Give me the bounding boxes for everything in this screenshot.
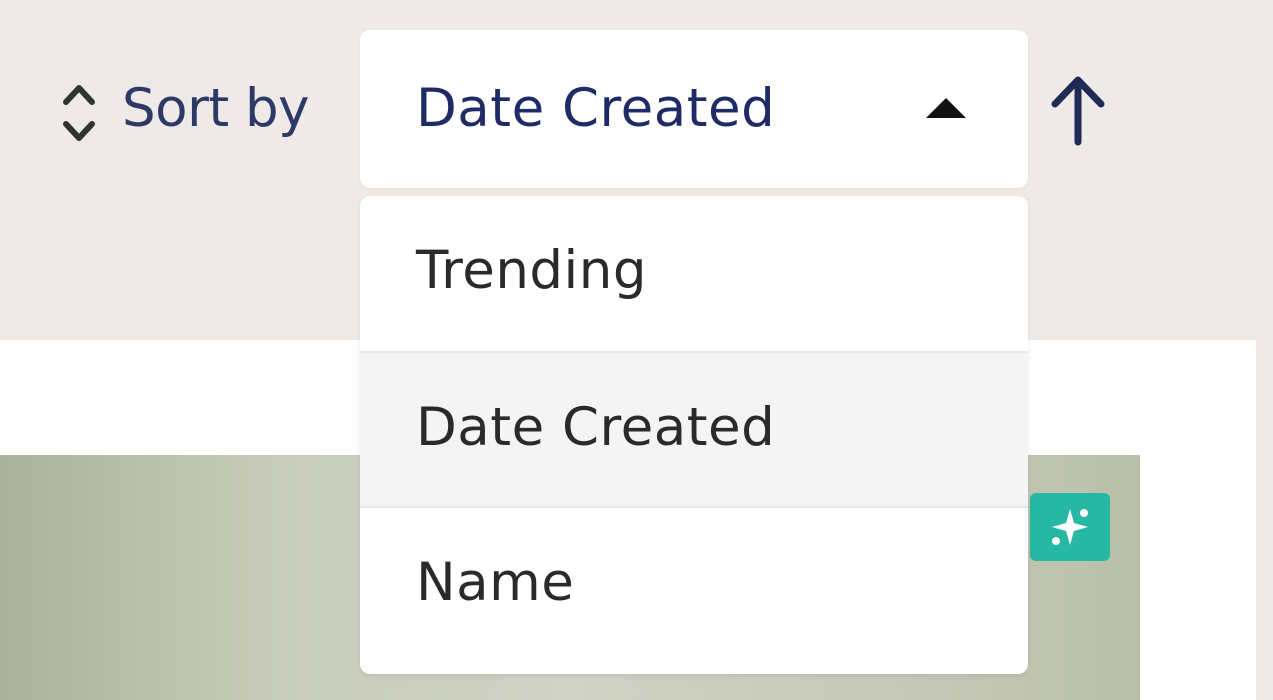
option-name[interactable]: Name [360, 506, 1028, 661]
sort-select[interactable]: Date Created [360, 30, 1028, 188]
option-trending[interactable]: Trending [360, 196, 1028, 351]
option-date-created[interactable]: Date Created [360, 351, 1028, 506]
sort-dropdown-menu: Trending Date Created Name [360, 196, 1028, 674]
sparkle-icon [1052, 509, 1088, 545]
arrow-up-icon[interactable] [1043, 70, 1113, 150]
right-gutter [1256, 340, 1273, 700]
ai-badge[interactable] [1030, 493, 1110, 561]
sort-by-label: Sort by [122, 78, 310, 139]
option-label: Date Created [416, 397, 776, 458]
option-label: Trending [416, 240, 648, 301]
sort-select-value: Date Created [416, 78, 776, 139]
sort-icon[interactable] [58, 78, 100, 148]
option-label: Name [416, 552, 575, 613]
caret-up-icon [926, 98, 966, 118]
